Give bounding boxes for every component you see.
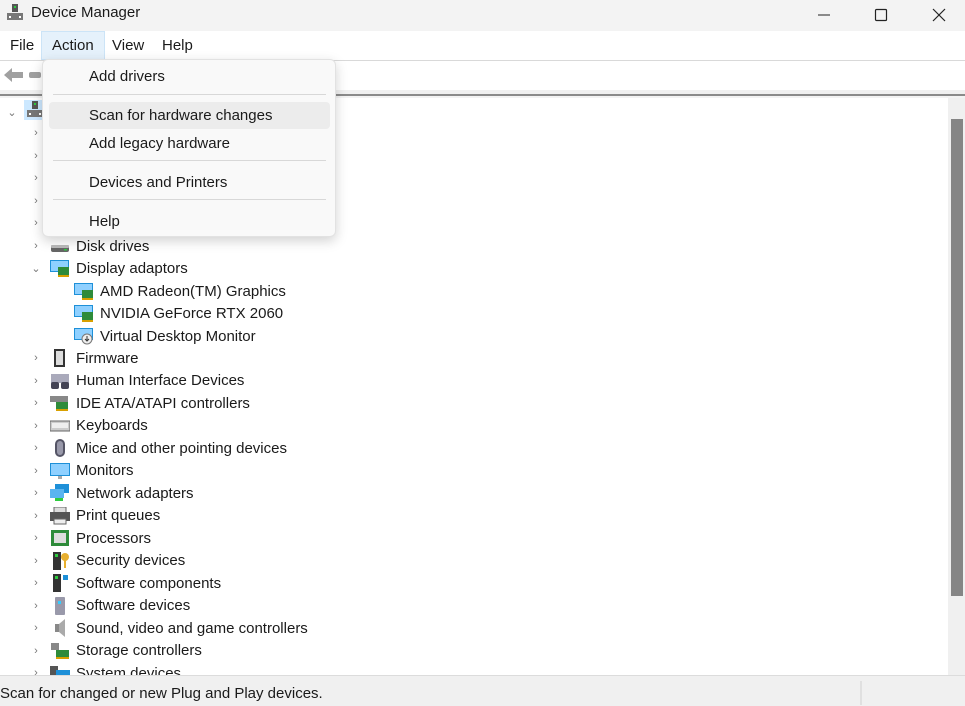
chevron-right-icon[interactable]: ›: [30, 482, 42, 504]
tree-item-software-devices[interactable]: Software devices: [50, 595, 190, 617]
close-button[interactable]: [910, 0, 965, 30]
chevron-right-icon[interactable]: ›: [30, 167, 42, 189]
maximize-button[interactable]: [852, 0, 910, 30]
forward-arrow-icon[interactable]: [29, 71, 41, 79]
keyboard-icon: [50, 420, 70, 431]
menu-item-add-legacy-hardware[interactable]: Add legacy hardware: [49, 130, 330, 157]
tree-item-amd-radeon[interactable]: AMD Radeon(TM) Graphics: [74, 280, 286, 302]
action-menu: Add drivers Scan for hardware changes Ad…: [42, 59, 336, 237]
chevron-right-icon[interactable]: ›: [30, 662, 42, 675]
tree-item-mice-and-other-pointing-devices[interactable]: Mice and other pointing devices: [50, 437, 287, 459]
chevron-right-icon[interactable]: ›: [30, 370, 42, 392]
tree-item-monitors[interactable]: Monitors: [50, 460, 134, 482]
device-manager-icon: [7, 4, 23, 20]
firmware-icon: [54, 349, 65, 367]
storage-controller-icon: [51, 642, 69, 659]
display-adapter-icon: [50, 260, 69, 277]
menu-item-help[interactable]: Help: [49, 208, 330, 235]
scrollbar-thumb[interactable]: [951, 119, 963, 596]
chevron-right-icon[interactable]: ›: [30, 595, 42, 617]
window-title: Device Manager: [31, 4, 141, 21]
status-divider: [860, 681, 862, 705]
tree-item-nvidia-geforce[interactable]: NVIDIA GeForce RTX 2060: [74, 302, 283, 324]
display-adapter-icon: [74, 283, 93, 300]
minimize-button[interactable]: [795, 0, 853, 30]
chevron-right-icon[interactable]: ›: [30, 572, 42, 594]
tree-item-firmware[interactable]: Firmware: [50, 347, 139, 369]
tree-item-disk-drives[interactable]: Disk drives: [50, 235, 149, 257]
speaker-icon: [55, 619, 65, 637]
title-bar: Device Manager: [0, 0, 965, 30]
menu-file[interactable]: File: [0, 31, 44, 60]
chevron-right-icon[interactable]: ›: [30, 640, 42, 662]
printer-icon: [50, 506, 70, 524]
chevron-right-icon[interactable]: ›: [30, 122, 42, 144]
chevron-right-icon[interactable]: ›: [30, 212, 42, 234]
tree-item-ide-ata-atapi-controllers[interactable]: IDE ATA/ATAPI controllers: [50, 392, 250, 414]
chevron-right-icon[interactable]: ›: [30, 347, 42, 369]
chevron-right-icon[interactable]: ›: [30, 145, 42, 167]
system-device-icon: [50, 666, 70, 675]
close-icon: [932, 8, 946, 22]
chevron-right-icon[interactable]: ›: [30, 392, 42, 414]
software-component-icon: [53, 574, 68, 592]
mouse-icon: [55, 439, 65, 457]
menu-item-add-drivers[interactable]: Add drivers: [49, 63, 330, 90]
maximize-icon: [874, 8, 888, 22]
chevron-right-icon[interactable]: ›: [30, 437, 42, 459]
tree-item-virtual-desktop-monitor[interactable]: Virtual Desktop Monitor: [74, 325, 256, 347]
network-adapter-icon: [50, 484, 69, 501]
menu-item-devices-and-printers[interactable]: Devices and Printers: [49, 169, 330, 196]
tree-item-software-components[interactable]: Software components: [50, 572, 221, 594]
back-arrow-icon[interactable]: [3, 66, 25, 84]
chevron-right-icon[interactable]: ›: [30, 617, 42, 639]
minimize-icon: [818, 14, 830, 16]
menu-help[interactable]: Help: [152, 31, 203, 60]
tree-item-system-devices[interactable]: System devices: [50, 662, 181, 675]
menu-separator: [53, 94, 326, 95]
status-text: Scan for changed or new Plug and Play de…: [0, 685, 323, 702]
tree-item-keyboards[interactable]: Keyboards: [50, 415, 148, 437]
menu-separator: [53, 199, 326, 200]
monitor-icon: [50, 462, 70, 479]
menu-action[interactable]: Action: [41, 31, 105, 60]
chevron-right-icon[interactable]: ›: [30, 190, 42, 212]
chevron-right-icon[interactable]: ›: [30, 460, 42, 482]
security-device-icon: [53, 551, 69, 570]
display-adapter-icon: [74, 305, 93, 322]
disk-drive-icon: [51, 245, 69, 252]
hid-icon: [51, 373, 69, 389]
virtual-monitor-icon: [74, 328, 93, 345]
menu-item-scan-hardware-changes[interactable]: Scan for hardware changes: [49, 102, 330, 129]
tree-item-security-devices[interactable]: Security devices: [50, 550, 185, 572]
tree-item-display-adaptors[interactable]: Display adaptors: [50, 257, 188, 279]
chevron-down-icon[interactable]: ⌄: [30, 257, 42, 279]
chevron-right-icon[interactable]: ›: [30, 550, 42, 572]
chevron-down-icon[interactable]: ⌄: [6, 101, 18, 123]
chevron-right-icon[interactable]: ›: [30, 527, 42, 549]
software-device-icon: [55, 596, 65, 615]
menu-view[interactable]: View: [102, 31, 154, 60]
tree-item-network-adapters[interactable]: Network adapters: [50, 482, 194, 504]
tree-item-human-interface-devices[interactable]: Human Interface Devices: [50, 370, 244, 392]
ide-controller-icon: [50, 396, 68, 411]
tree-item-storage-controllers[interactable]: Storage controllers: [50, 640, 202, 662]
status-bar: Scan for changed or new Plug and Play de…: [0, 675, 965, 706]
menu-bar: File Action View Help: [0, 31, 965, 60]
tree-item-processors[interactable]: Processors: [50, 527, 151, 549]
chevron-right-icon[interactable]: ›: [30, 415, 42, 437]
tree-item-sound-video-and-game-controllers[interactable]: Sound, video and game controllers: [50, 617, 308, 639]
tree-item-print-queues[interactable]: Print queues: [50, 505, 160, 527]
chevron-right-icon[interactable]: ›: [30, 505, 42, 527]
chevron-right-icon[interactable]: ›: [30, 235, 42, 257]
menu-separator: [53, 160, 326, 161]
processor-icon: [51, 530, 69, 546]
